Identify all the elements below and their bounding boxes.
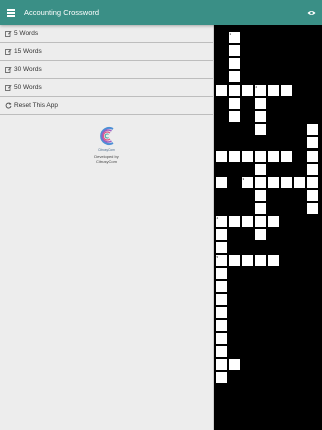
refresh-icon: [4, 102, 12, 110]
crossword-cell[interactable]: [254, 110, 267, 123]
crossword-cell[interactable]: [280, 150, 293, 163]
crossword-cell[interactable]: [254, 228, 267, 241]
crossword-cell[interactable]: [215, 84, 228, 97]
crossword-cell[interactable]: [215, 241, 228, 254]
crossword-cell[interactable]: 2: [254, 84, 267, 97]
crossword-cell[interactable]: [280, 84, 293, 97]
crossword-cell[interactable]: [228, 358, 241, 371]
crossword-cell[interactable]: [241, 84, 254, 97]
menu-item-label: 15 Words: [14, 48, 42, 55]
crossword-cell[interactable]: [215, 319, 228, 332]
menu-item-reset-app[interactable]: Reset This App: [0, 97, 213, 115]
edit-icon: [4, 30, 12, 38]
crossword-cell[interactable]: [215, 267, 228, 280]
crossword-cell[interactable]: [228, 110, 241, 123]
crossword-cell[interactable]: [215, 371, 228, 384]
app-title: Accounting Crossword: [24, 8, 100, 17]
logo-caption: CitrusyCom: [98, 148, 115, 152]
crossword-cell[interactable]: [306, 136, 319, 149]
crossword-cell[interactable]: [254, 150, 267, 163]
crossword-cell[interactable]: [306, 202, 319, 215]
crossword-cell[interactable]: [306, 150, 319, 163]
crossword-cell[interactable]: [254, 215, 267, 228]
crossword-cell[interactable]: [228, 70, 241, 83]
crossword-cell[interactable]: [215, 150, 228, 163]
menu-item-label: 30 Words: [14, 66, 42, 73]
crossword-cell[interactable]: [215, 293, 228, 306]
crossword-cell[interactable]: [254, 202, 267, 215]
menu-item-label: Reset This App: [14, 102, 58, 109]
crossword-cell[interactable]: [215, 280, 228, 293]
crossword-cell[interactable]: [254, 123, 267, 136]
developer-logo: CitrusyCom Developed by CitrusyCom: [0, 125, 213, 164]
crossword-cell[interactable]: [306, 163, 319, 176]
menu-item-50-words[interactable]: 50 Words: [0, 79, 213, 97]
developer-credit: Developed by CitrusyCom: [94, 154, 118, 164]
crossword-cell[interactable]: [254, 163, 267, 176]
crossword-cell[interactable]: [267, 254, 280, 267]
crossword-cell[interactable]: 1: [228, 31, 241, 44]
crossword-cell[interactable]: [228, 84, 241, 97]
crossword-cell[interactable]: [267, 84, 280, 97]
menu-item-label: 5 Words: [14, 30, 39, 37]
crossword-cell[interactable]: [267, 215, 280, 228]
edit-icon: [4, 84, 12, 92]
crossword-cell[interactable]: [254, 176, 267, 189]
menu-item-5-words[interactable]: 5 Words: [0, 25, 213, 43]
crossword-cell[interactable]: [306, 176, 319, 189]
clue-number: 5: [216, 254, 219, 259]
hamburger-icon: [7, 9, 15, 17]
crossword-cell[interactable]: 3: [241, 176, 254, 189]
menu-item-15-words[interactable]: 15 Words: [0, 43, 213, 61]
crossword-cell[interactable]: [267, 150, 280, 163]
crossword-cell[interactable]: [228, 150, 241, 163]
crossword-cell[interactable]: [228, 97, 241, 110]
crossword-board: 1 2 3 4 5: [214, 25, 322, 430]
menu-button[interactable]: [0, 0, 22, 25]
menu-item-label: 50 Words: [14, 84, 42, 91]
crossword-cell[interactable]: [306, 123, 319, 136]
menu-item-30-words[interactable]: 30 Words: [0, 61, 213, 79]
reveal-button[interactable]: [300, 0, 322, 25]
crossword-cell[interactable]: [254, 189, 267, 202]
edit-icon: [4, 66, 12, 74]
crossword-cell[interactable]: 4: [215, 215, 228, 228]
eye-icon: [307, 10, 315, 15]
crossword-cell[interactable]: [215, 228, 228, 241]
crossword-cell[interactable]: [241, 150, 254, 163]
crossword-cell[interactable]: [280, 176, 293, 189]
crossword-cell[interactable]: [215, 358, 228, 371]
crossword-cell[interactable]: [228, 44, 241, 57]
crossword-cell[interactable]: [228, 254, 241, 267]
crossword-cell[interactable]: [215, 306, 228, 319]
clue-number: 3: [242, 176, 245, 181]
clue-number: 2: [255, 84, 258, 89]
crossword-cell[interactable]: [293, 176, 306, 189]
crossword-cell[interactable]: [267, 176, 280, 189]
crossword-cell[interactable]: [215, 345, 228, 358]
edit-icon: [4, 48, 12, 56]
crossword-cell[interactable]: 5: [215, 254, 228, 267]
crossword-cell[interactable]: [254, 97, 267, 110]
crossword-cell[interactable]: [228, 57, 241, 70]
clue-number: 1: [229, 31, 232, 36]
crossword-cell[interactable]: [241, 254, 254, 267]
navigation-drawer: 5 Words 15 Words 30 Words 50 Words Reset…: [0, 25, 214, 430]
crossword-cell[interactable]: [215, 176, 228, 189]
app-bar: Accounting Crossword: [0, 0, 322, 25]
crossword-cell[interactable]: [215, 332, 228, 345]
crossword-cell[interactable]: [306, 189, 319, 202]
crossword-cell[interactable]: [241, 215, 254, 228]
clue-number: 4: [216, 215, 219, 220]
citrusycom-logo-icon: [99, 127, 113, 145]
developer-line-2: CitrusyCom: [96, 159, 117, 164]
crossword-cell[interactable]: [254, 254, 267, 267]
crossword-cell[interactable]: [228, 215, 241, 228]
